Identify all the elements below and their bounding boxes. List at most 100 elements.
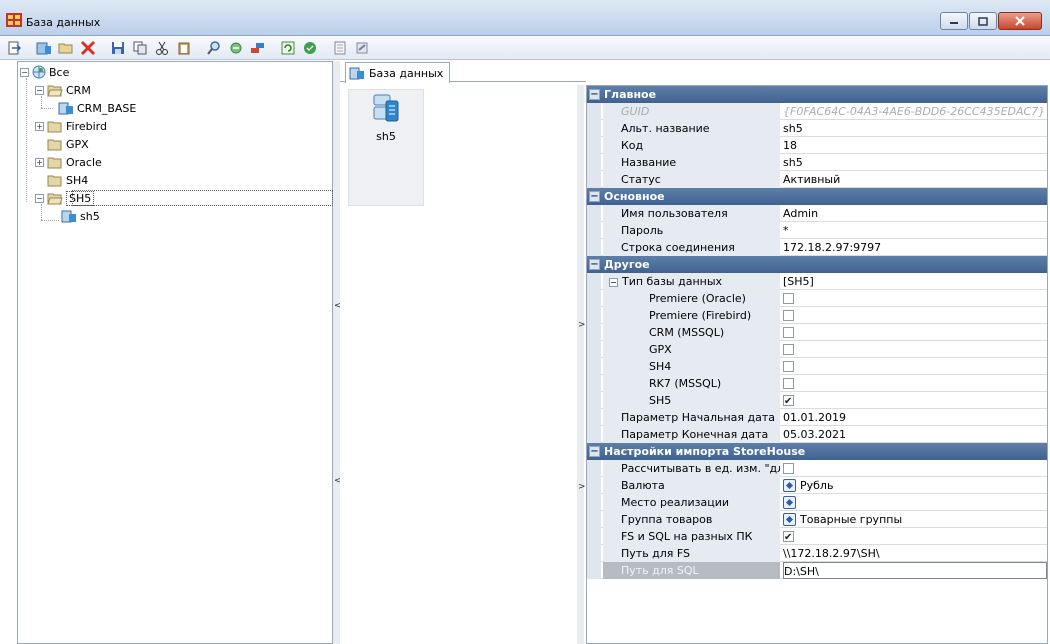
property-row-alt-name[interactable]: Альт. название sh5 (587, 120, 1047, 137)
tree-node-crm[interactable]: − CRM (35, 81, 91, 99)
property-row-crm[interactable]: CRM (MSSQL) (587, 324, 1047, 341)
collapse-icon[interactable]: − (589, 446, 600, 457)
checkbox[interactable] (783, 360, 794, 372)
property-row-place[interactable]: Место реализации (587, 494, 1047, 511)
property-value[interactable]: 05.03.2021 (783, 426, 1047, 443)
property-row-fs-path[interactable]: Путь для FS \\172.18.2.97\SH\ (587, 545, 1047, 562)
property-row-end-date[interactable]: Параметр Конечная дата 05.03.2021 (587, 426, 1047, 443)
property-row-rk7[interactable]: RK7 (MSSQL) (587, 375, 1047, 392)
left-splitter[interactable]: < < (333, 61, 342, 644)
exit-icon (8, 41, 21, 54)
checkbox[interactable] (783, 309, 794, 321)
tree-node-gpx[interactable]: GPX (47, 135, 89, 153)
category-basic[interactable]: − Основное (587, 188, 1047, 205)
expand-toggle[interactable]: + (35, 121, 44, 131)
property-value[interactable]: sh5 (783, 120, 1047, 137)
property-value[interactable]: Активный (783, 171, 1047, 188)
new-database-button[interactable] (34, 38, 54, 58)
property-value[interactable]: 01.01.2019 (783, 409, 1047, 426)
close-button[interactable] (998, 12, 1042, 30)
apply-button[interactable] (300, 38, 320, 58)
properties-button[interactable] (330, 38, 350, 58)
checkbox[interactable] (783, 326, 794, 338)
property-row-user[interactable]: Имя пользователя Admin (587, 205, 1047, 222)
tree-node-sh4[interactable]: SH4 (47, 171, 88, 189)
checkbox[interactable] (783, 343, 794, 355)
minimize-button[interactable] (940, 12, 968, 30)
tools-button[interactable] (248, 38, 268, 58)
property-value-editor[interactable]: D:\SH\ (783, 562, 1047, 579)
tree-node-oracle[interactable]: + Oracle (35, 153, 102, 171)
property-row-password[interactable]: Пароль * (587, 222, 1047, 239)
tree-node-firebird[interactable]: + Firebird (35, 117, 107, 135)
tab-label: База данных (369, 66, 444, 80)
tree-node-crm-base[interactable]: CRM_BASE (58, 99, 136, 117)
property-row-status[interactable]: Статус Активный (587, 171, 1047, 188)
lookup-icon[interactable] (783, 495, 796, 509)
property-row-connection[interactable]: Строка соединения 172.18.2.97:9797 (587, 239, 1047, 256)
property-row-premiere-firebird[interactable]: Premiere (Firebird) (587, 307, 1047, 324)
lookup-icon[interactable] (783, 512, 796, 526)
property-value[interactable]: \\172.18.2.97\SH\ (783, 545, 1047, 562)
delete-button[interactable] (78, 38, 98, 58)
property-row-sh4[interactable]: SH4 (587, 358, 1047, 375)
cut-button[interactable] (152, 38, 172, 58)
property-row-fs-sql[interactable]: FS и SQL на разных ПК (587, 528, 1047, 545)
right-splitter[interactable]: > > (577, 85, 586, 644)
paste-button[interactable] (174, 38, 194, 58)
property-row-currency[interactable]: Валюта Рубль (587, 477, 1047, 494)
new-folder-button[interactable] (56, 38, 76, 58)
collapse-right-icon[interactable]: > (578, 320, 586, 330)
collapse-icon[interactable]: − (589, 89, 600, 100)
copy-button[interactable] (130, 38, 150, 58)
checkbox[interactable] (783, 393, 794, 409)
property-row-calc-units[interactable]: Рассчитывать в ед. изм. "дл (587, 460, 1047, 477)
property-value[interactable]: Admin (783, 205, 1047, 222)
property-value[interactable]: [SH5] (783, 273, 1047, 290)
collapse-icon[interactable]: − (589, 259, 600, 270)
property-row-premiere-oracle[interactable]: Premiere (Oracle) (587, 290, 1047, 307)
collapse-toggle[interactable]: − (35, 193, 44, 203)
lookup-icon[interactable] (783, 478, 796, 492)
collapse-right-icon[interactable]: > (578, 482, 586, 492)
property-row-gpx[interactable]: GPX (587, 341, 1047, 358)
settings-button[interactable] (352, 38, 372, 58)
expand-toggle[interactable]: + (35, 157, 44, 167)
property-row-guid[interactable]: GUID {F0FAC64C-04A3-4AE6-BDD6-26CC435EDAC… (587, 103, 1047, 120)
maximize-button[interactable] (969, 12, 997, 30)
category-import[interactable]: − Настройки импорта StoreHouse (587, 443, 1047, 460)
tab-database[interactable]: База данных (345, 62, 451, 83)
property-row-goods-group[interactable]: Группа товаров Товарные группы (587, 511, 1047, 528)
property-value[interactable]: 172.18.2.97:9797 (783, 239, 1047, 256)
tree-node-sh5-db[interactable]: sh5 (61, 207, 100, 225)
category-main[interactable]: − Главное (587, 86, 1047, 103)
property-value[interactable]: 18 (783, 137, 1047, 154)
property-name: Premiere (Oracle) (603, 290, 780, 307)
save-button[interactable] (108, 38, 128, 58)
database-tile[interactable]: sh5 (348, 89, 424, 206)
collapse-icon[interactable]: − (609, 278, 618, 287)
property-row-sql-path[interactable]: Путь для SQL D:\SH\ (587, 562, 1047, 579)
property-value[interactable]: sh5 (783, 154, 1047, 171)
exit-button[interactable] (4, 38, 24, 58)
database-tree[interactable]: − Все − CRM CRM_BASE + Firebird GPX + Or… (17, 61, 333, 644)
property-row-start-date[interactable]: Параметр Начальная дата 01.01.2019 (587, 409, 1047, 426)
checkbox[interactable] (783, 462, 794, 474)
checkbox[interactable] (783, 377, 794, 389)
refresh-button[interactable] (278, 38, 298, 58)
collapse-icon[interactable]: − (589, 191, 600, 202)
tree-node-all[interactable]: − Все (20, 63, 69, 81)
property-value[interactable]: * (783, 222, 1047, 239)
collapse-toggle[interactable]: − (35, 85, 44, 95)
property-row-name[interactable]: Название sh5 (587, 154, 1047, 171)
filter-button[interactable] (226, 38, 246, 58)
checkbox[interactable] (783, 529, 794, 545)
save-icon (112, 41, 124, 54)
find-button[interactable] (204, 38, 224, 58)
property-row-code[interactable]: Код 18 (587, 137, 1047, 154)
checkbox[interactable] (783, 292, 794, 304)
collapse-toggle[interactable]: − (20, 67, 29, 77)
category-other[interactable]: − Другое (587, 256, 1047, 273)
property-row-dbtype[interactable]: − Тип базы данных [SH5] (587, 273, 1047, 290)
property-row-sh5[interactable]: SH5 (587, 392, 1047, 409)
